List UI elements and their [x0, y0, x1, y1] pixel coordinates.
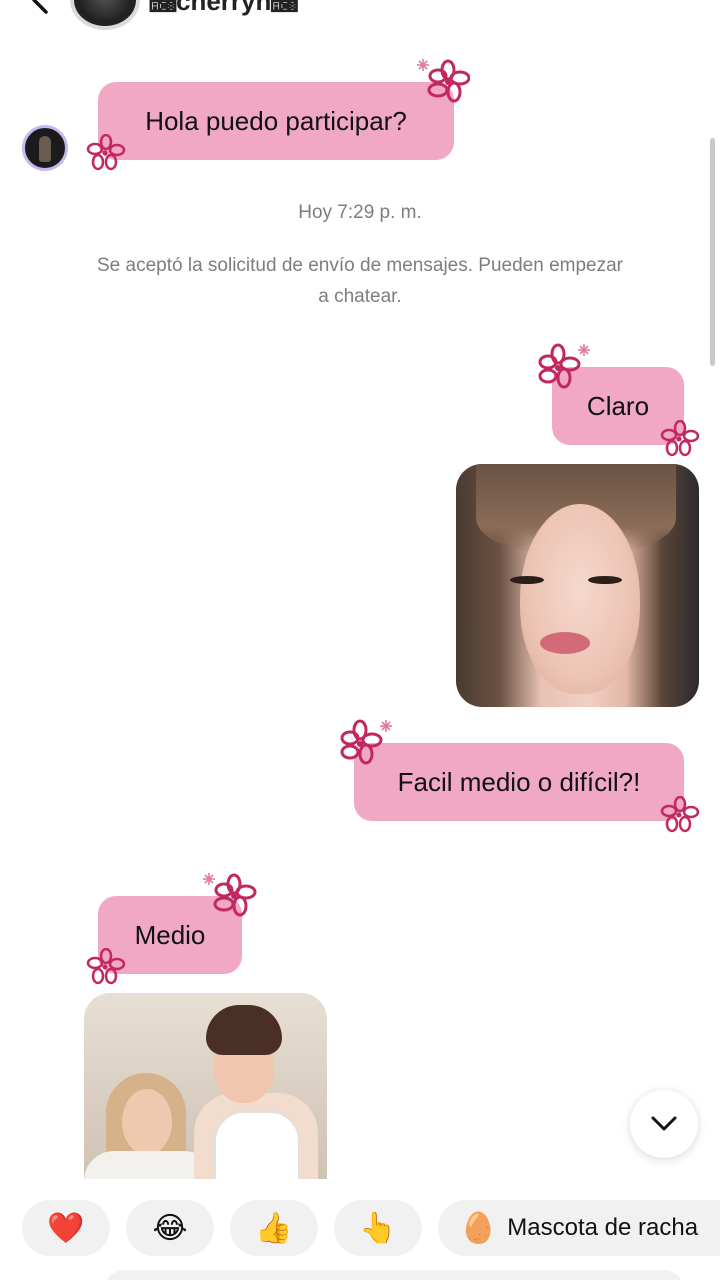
photo-content	[206, 1005, 282, 1055]
photo-content	[540, 632, 590, 654]
scrollbar[interactable]	[710, 138, 715, 366]
photo-message[interactable]	[84, 993, 327, 1179]
laughing-face-icon: 😂	[152, 1211, 188, 1245]
photo-content	[122, 1089, 172, 1155]
message-bubble-incoming[interactable]: Hola puedo participar?	[98, 82, 454, 160]
back-arrow-icon[interactable]	[26, 0, 56, 16]
timestamp: Hoy 7:29 p. m.	[298, 202, 422, 223]
message-text: Hola puedo participar?	[145, 105, 407, 136]
streak-pet-label: Mascota de racha	[507, 1214, 699, 1241]
photo-content	[214, 1111, 300, 1179]
avatar[interactable]	[22, 125, 68, 171]
photo-message[interactable]	[456, 464, 699, 707]
message-text: Medio	[134, 919, 206, 950]
message-input[interactable]	[104, 1270, 684, 1280]
flower-sticker-icon	[660, 796, 700, 833]
quick-reaction-laugh[interactable]: 😂	[126, 1200, 214, 1256]
quick-reaction-thumbs-up[interactable]: 👍	[230, 1200, 318, 1256]
message-text: Claro	[586, 390, 650, 421]
egg-icon: 🥚	[459, 1211, 498, 1245]
chevron-down-icon	[651, 1116, 677, 1131]
photo-content	[520, 504, 640, 694]
header-avatar[interactable]	[70, 0, 140, 30]
heart-icon: ❤️	[47, 1211, 85, 1245]
chat-title[interactable]: 🫈cherryn🫈	[150, 0, 297, 17]
photo-content	[510, 576, 544, 584]
pointing-up-icon: 👆	[359, 1211, 397, 1245]
flower-sticker-icon	[86, 134, 126, 171]
quick-reaction-pointing-up[interactable]: 👆	[334, 1200, 422, 1256]
flower-sticker-icon	[86, 948, 126, 985]
photo-content	[588, 576, 622, 584]
message-text: Facil medio o difícil?!	[397, 766, 641, 797]
thumbs-up-icon: 👍	[255, 1211, 293, 1245]
message-bubble-outgoing[interactable]: Facil medio o difícil?!	[354, 743, 684, 821]
flower-sticker-icon	[538, 343, 590, 389]
flower-sticker-icon	[660, 420, 700, 457]
quick-reaction-heart[interactable]: ❤️	[22, 1200, 110, 1256]
flower-sticker-icon	[340, 719, 392, 765]
flower-sticker-icon	[417, 59, 470, 103]
system-notice: Se aceptó la solicitud de envío de mensa…	[97, 255, 623, 307]
scroll-to-bottom-button[interactable]	[630, 1090, 698, 1158]
streak-pet-button[interactable]: 🥚 Mascota de racha	[438, 1200, 720, 1256]
flower-sticker-icon	[203, 873, 257, 917]
chat-screen: 🫈cherryn🫈 Hola puedo participar? Hoy 7	[0, 0, 720, 1280]
